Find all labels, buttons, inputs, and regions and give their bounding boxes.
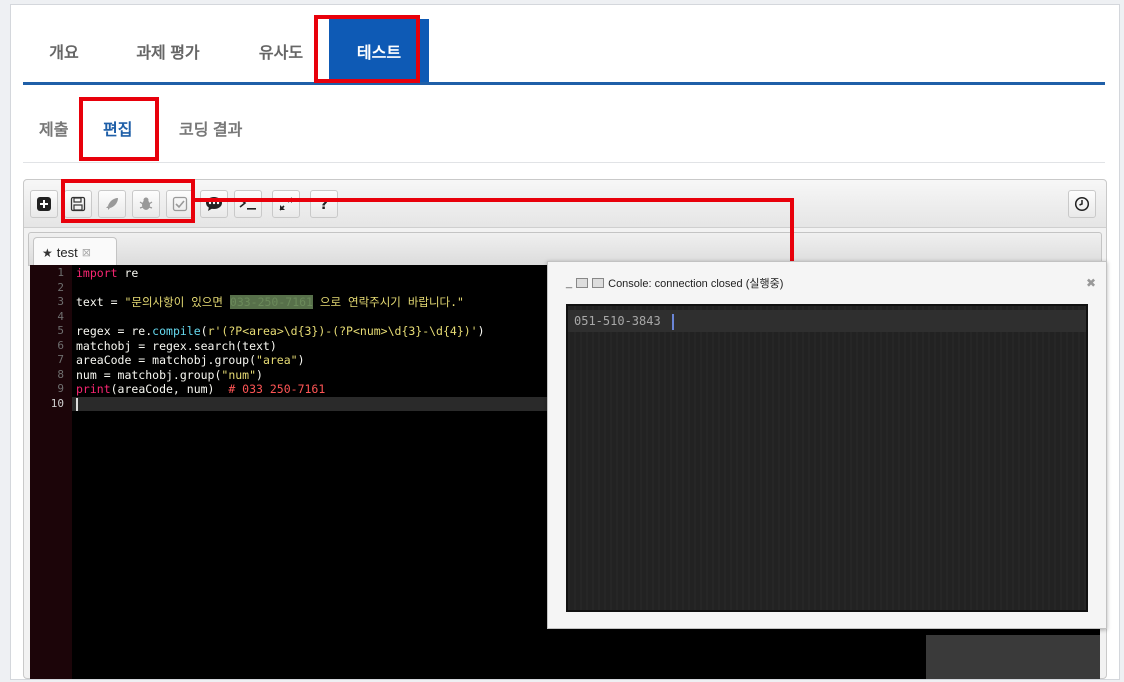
bug-icon [139, 197, 153, 210]
line-number: 9 [57, 382, 64, 395]
code-line: num = matchobj.group("num") [76, 367, 263, 382]
run-button[interactable] [98, 190, 126, 218]
line-number: 8 [57, 367, 64, 381]
line-number: 2 [57, 280, 64, 294]
text-cursor [76, 397, 78, 411]
add-file-icon [37, 197, 51, 211]
console-titlebar: _ Console: connection closed (실행중) [548, 272, 1106, 294]
code-line: regex = re.compile(r'(?P<area>\d{3})-(?P… [76, 324, 485, 338]
clock-icon [1074, 196, 1090, 212]
code-line: areaCode = matchobj.group("area") [76, 353, 305, 367]
add-file-button[interactable] [30, 190, 58, 218]
console-window[interactable]: _ Console: connection closed (실행중) ✖ 051… [547, 261, 1107, 629]
console-title: Console: connection closed (실행중) [608, 278, 784, 290]
code-line: text = "문의사항이 있으면 033-250-7161 으로 연락주시기 … [76, 295, 464, 309]
save-icon [70, 196, 86, 212]
subtab-edit[interactable]: 편집 [103, 93, 132, 163]
subtab-submit[interactable]: 제출 [39, 93, 68, 163]
console-caret [672, 314, 674, 330]
tab-overview[interactable]: 개요 [23, 19, 105, 82]
chat-button[interactable] [200, 190, 228, 218]
close-icon[interactable]: ✖ [1086, 276, 1096, 290]
line-number: 6 [57, 338, 64, 352]
line-number-active: 10 [50, 396, 64, 410]
code-line: import re [76, 266, 139, 280]
check-button[interactable] [166, 190, 194, 218]
tab-test[interactable]: 테스트 [329, 19, 429, 82]
console-output-text: 051-510-3843 [574, 314, 661, 328]
tab-assignment-eval[interactable]: 과제 평가 [113, 19, 223, 82]
line-number: 5 [57, 324, 64, 337]
console-output[interactable]: 051-510-3843 [566, 304, 1088, 612]
line-number: 1 [57, 266, 64, 279]
main-tab-bar: 개요 과제 평가 유사도 테스트 [23, 5, 1105, 85]
line-number: 4 [57, 309, 64, 323]
rocket-icon [106, 198, 118, 210]
help-button[interactable]: ? [310, 190, 338, 218]
close-tab-icon[interactable]: ⊠ [82, 246, 91, 259]
terminal-button[interactable] [234, 190, 262, 218]
page-frame: 개요 과제 평가 유사도 테스트 제출 편집 코딩 결과 ? ★ test ⊠ … [10, 4, 1120, 680]
code-line: matchobj = regex.search(text) [76, 338, 277, 353]
console-icon [592, 278, 605, 288]
fullscreen-button[interactable] [272, 190, 300, 218]
line-number: 7 [57, 353, 64, 366]
window-icon[interactable] [576, 278, 589, 288]
redacted-phone: 033-250-7161 [229, 295, 313, 309]
code-line: print(areaCode, num) # 033 250-7161 [76, 382, 326, 396]
line-number: 3 [57, 295, 64, 308]
minimize-icon[interactable]: _ [566, 277, 572, 289]
subtab-coding-result[interactable]: 코딩 결과 [179, 93, 242, 163]
file-tab-label: test [56, 245, 78, 260]
star-icon: ★ [42, 245, 53, 260]
save-button[interactable] [64, 190, 92, 218]
editor-scroll-region [926, 635, 1100, 679]
file-tab-test[interactable]: ★ test ⊠ [33, 237, 117, 267]
history-button[interactable] [1068, 190, 1096, 218]
line-gutter: 1 2 3 4 5 6 7 8 9 10 [30, 265, 72, 679]
debug-button[interactable] [132, 190, 160, 218]
sub-tab-bar: 제출 편집 코딩 결과 [23, 93, 1105, 163]
editor-toolbar: ? [24, 180, 1106, 228]
tab-similarity[interactable]: 유사도 [235, 19, 327, 82]
check-icon [172, 196, 188, 212]
annotation-arrow-line [191, 198, 794, 202]
